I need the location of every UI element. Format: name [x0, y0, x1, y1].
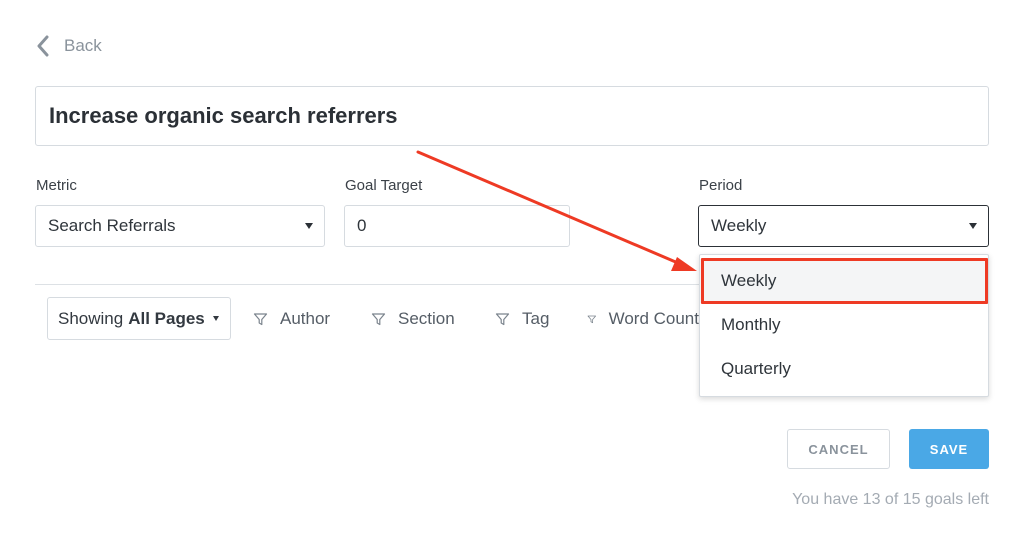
metric-select[interactable]: Search Referrals [35, 205, 325, 247]
filter-label: Tag [522, 309, 550, 328]
goal-title-input[interactable]: Increase organic search referrers [35, 86, 989, 146]
filter-icon [495, 312, 510, 325]
period-label: Period [699, 177, 743, 194]
filter-word-count[interactable]: Word Count [587, 308, 699, 330]
goal-target-value: 0 [357, 216, 367, 235]
showing-value: All Pages [128, 308, 205, 328]
cancel-button[interactable]: CANCEL [787, 429, 890, 469]
save-button[interactable]: SAVE [909, 429, 989, 469]
filter-label: Word Count [608, 309, 699, 328]
goal-target-input[interactable]: 0 [344, 205, 570, 247]
period-select[interactable]: Weekly [698, 205, 989, 247]
filter-icon [587, 315, 597, 323]
goals-remaining-text: You have 13 of 15 goals left [792, 491, 989, 508]
metric-value: Search Referrals [48, 216, 176, 235]
filter-section[interactable]: Section [371, 308, 455, 330]
filter-icon [253, 312, 268, 325]
back-label: Back [64, 36, 102, 55]
filter-tag[interactable]: Tag [495, 308, 549, 330]
goal-target-label: Goal Target [345, 177, 423, 194]
metric-label: Metric [36, 177, 77, 194]
period-option-weekly[interactable]: Weekly [700, 259, 988, 303]
back-link[interactable]: Back [36, 34, 102, 58]
filter-icon [371, 312, 386, 325]
filter-label: Section [398, 309, 455, 328]
caret-down-icon [305, 223, 313, 229]
period-value: Weekly [711, 216, 767, 235]
period-dropdown-menu: Weekly Monthly Quarterly [699, 254, 989, 397]
filter-author[interactable]: Author [253, 308, 330, 330]
chevron-left-icon [37, 35, 49, 57]
caret-down-icon [212, 316, 219, 321]
showing-prefix: Showing [58, 308, 124, 328]
caret-down-icon [969, 223, 977, 229]
showing-pages-dropdown[interactable]: Showing All Pages [47, 297, 231, 340]
period-option-quarterly[interactable]: Quarterly [700, 347, 988, 391]
period-option-monthly[interactable]: Monthly [700, 303, 988, 347]
filter-label: Author [280, 309, 331, 328]
